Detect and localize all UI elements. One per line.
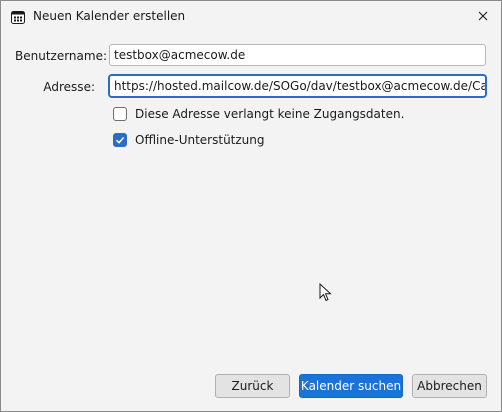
checkmark-icon bbox=[115, 137, 125, 144]
window-title: Neuen Kalender erstellen bbox=[33, 9, 186, 23]
title-bar[interactable]: Neuen Kalender erstellen bbox=[1, 1, 501, 33]
offline-support-option[interactable]: Offline-Unterstützung bbox=[113, 133, 265, 147]
no-credentials-checkbox[interactable] bbox=[113, 107, 127, 121]
cancel-button[interactable]: Abbrechen bbox=[412, 374, 487, 398]
dialog-window: Neuen Kalender erstellen Benutzername: t… bbox=[0, 0, 502, 412]
offline-support-label: Offline-Unterstützung bbox=[135, 133, 265, 147]
address-value: https://hosted.mailcow.de/SOGo/dav/testb… bbox=[114, 79, 485, 93]
search-calendar-button[interactable]: Kalender suchen bbox=[299, 374, 403, 398]
offline-support-checkbox[interactable] bbox=[113, 133, 127, 147]
close-button[interactable] bbox=[471, 5, 495, 27]
username-value: testbox@acmecow.de bbox=[114, 48, 246, 62]
mouse-pointer-icon bbox=[319, 283, 332, 302]
username-label: Benutzername: bbox=[15, 49, 108, 63]
username-field[interactable]: testbox@acmecow.de bbox=[109, 44, 486, 66]
back-button[interactable]: Zurück bbox=[215, 374, 290, 398]
calendar-icon bbox=[11, 11, 25, 24]
close-icon bbox=[478, 11, 488, 21]
no-credentials-option[interactable]: Diese Adresse verlangt keine Zugangsdate… bbox=[113, 107, 404, 121]
address-field[interactable]: https://hosted.mailcow.de/SOGo/dav/testb… bbox=[109, 75, 486, 97]
address-label: Adresse: bbox=[43, 80, 95, 94]
no-credentials-label: Diese Adresse verlangt keine Zugangsdate… bbox=[135, 107, 405, 121]
